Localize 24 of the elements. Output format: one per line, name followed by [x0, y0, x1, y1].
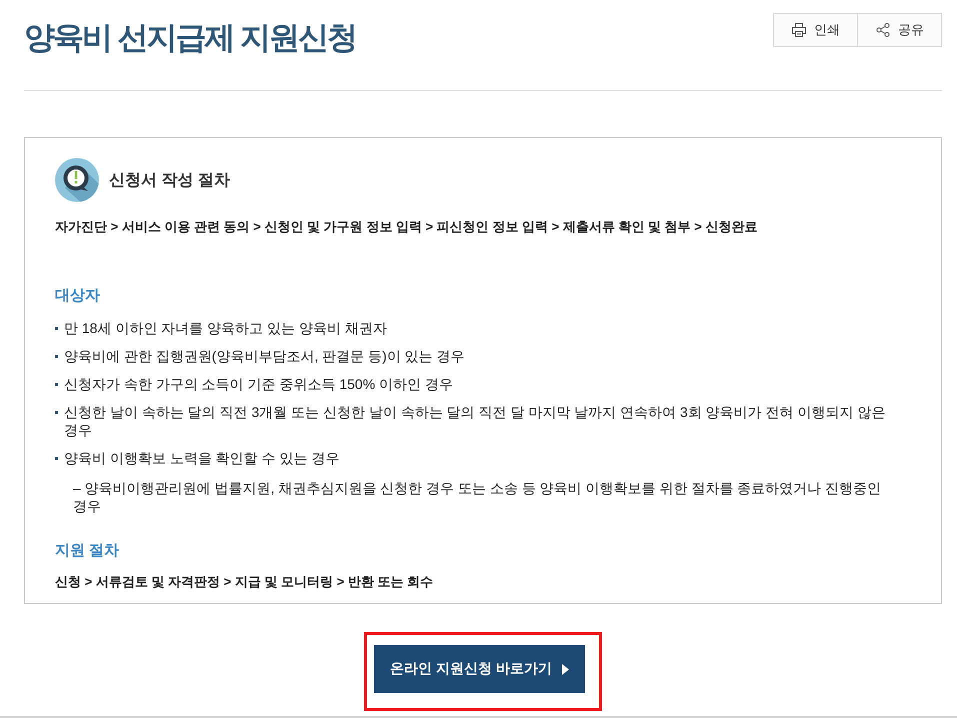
subsection-title: 대상자	[55, 286, 101, 306]
subsection-title: 지원 절차	[55, 541, 120, 561]
list-item-text: 신청자가 속한 가구의 소득이 기준 중위소득 150% 이하인 경우	[64, 375, 454, 393]
share-icon	[876, 23, 890, 37]
section-heading: 신청서 작성 절차	[109, 170, 230, 190]
list-item-text: 양육비 이행확보 노력을 확인할 수 있는 경우	[64, 449, 340, 467]
list-item-text: – 양육비이행관리원에 법률지원, 채권추심지원을 신청한 경우 또는 소송 등 양육비 이행확보를 위한 절차를 종료하였거나 진행중인 경우	[73, 480, 882, 514]
page-title: 양육비 선지급제 지원신청	[24, 19, 356, 57]
procedure-steps: 자가진단 > 서비스 이용 관련 동의 > 신청인 및 가구원 정보 입력 > 피신청인 정보 입력 > 제출서류 확인 및 첨부 > 신청완료	[55, 218, 911, 236]
procedure-steps: 신청 > 서류검토 및 자격판정 > 지급 및 모니터링 > 반환 또는 회수	[55, 573, 911, 591]
bullet-icon	[55, 383, 58, 386]
bullet-icon	[55, 457, 58, 460]
bullet-icon	[55, 355, 58, 358]
printer-icon	[792, 23, 806, 37]
list-item-text: 만 18세 이하인 자녀를 양육하고 있는 양육비 채권자	[64, 319, 388, 337]
caret-icon	[562, 664, 569, 674]
apply-online-button[interactable]: 온라인 지원신청 바로가기	[374, 645, 585, 693]
bullet-icon	[55, 327, 58, 330]
bullet-icon	[55, 411, 58, 414]
list-item-text: 양육비에 관한 집행권원(양육비부담조서, 판결문 등)이 있는 경우	[64, 347, 466, 365]
share-button[interactable]: 공유	[858, 13, 942, 47]
print-button[interactable]: 인쇄	[773, 13, 858, 47]
alert-bubble-icon	[55, 158, 99, 202]
list-item-text: 신청한 날이 속하는 달의 직전 3개월 또는 신청한 날이 속하는 달의 직전 달 마지막 날까지 연속하여 3회 양육비가 전혀 이행되지 않은 경우	[64, 403, 886, 439]
